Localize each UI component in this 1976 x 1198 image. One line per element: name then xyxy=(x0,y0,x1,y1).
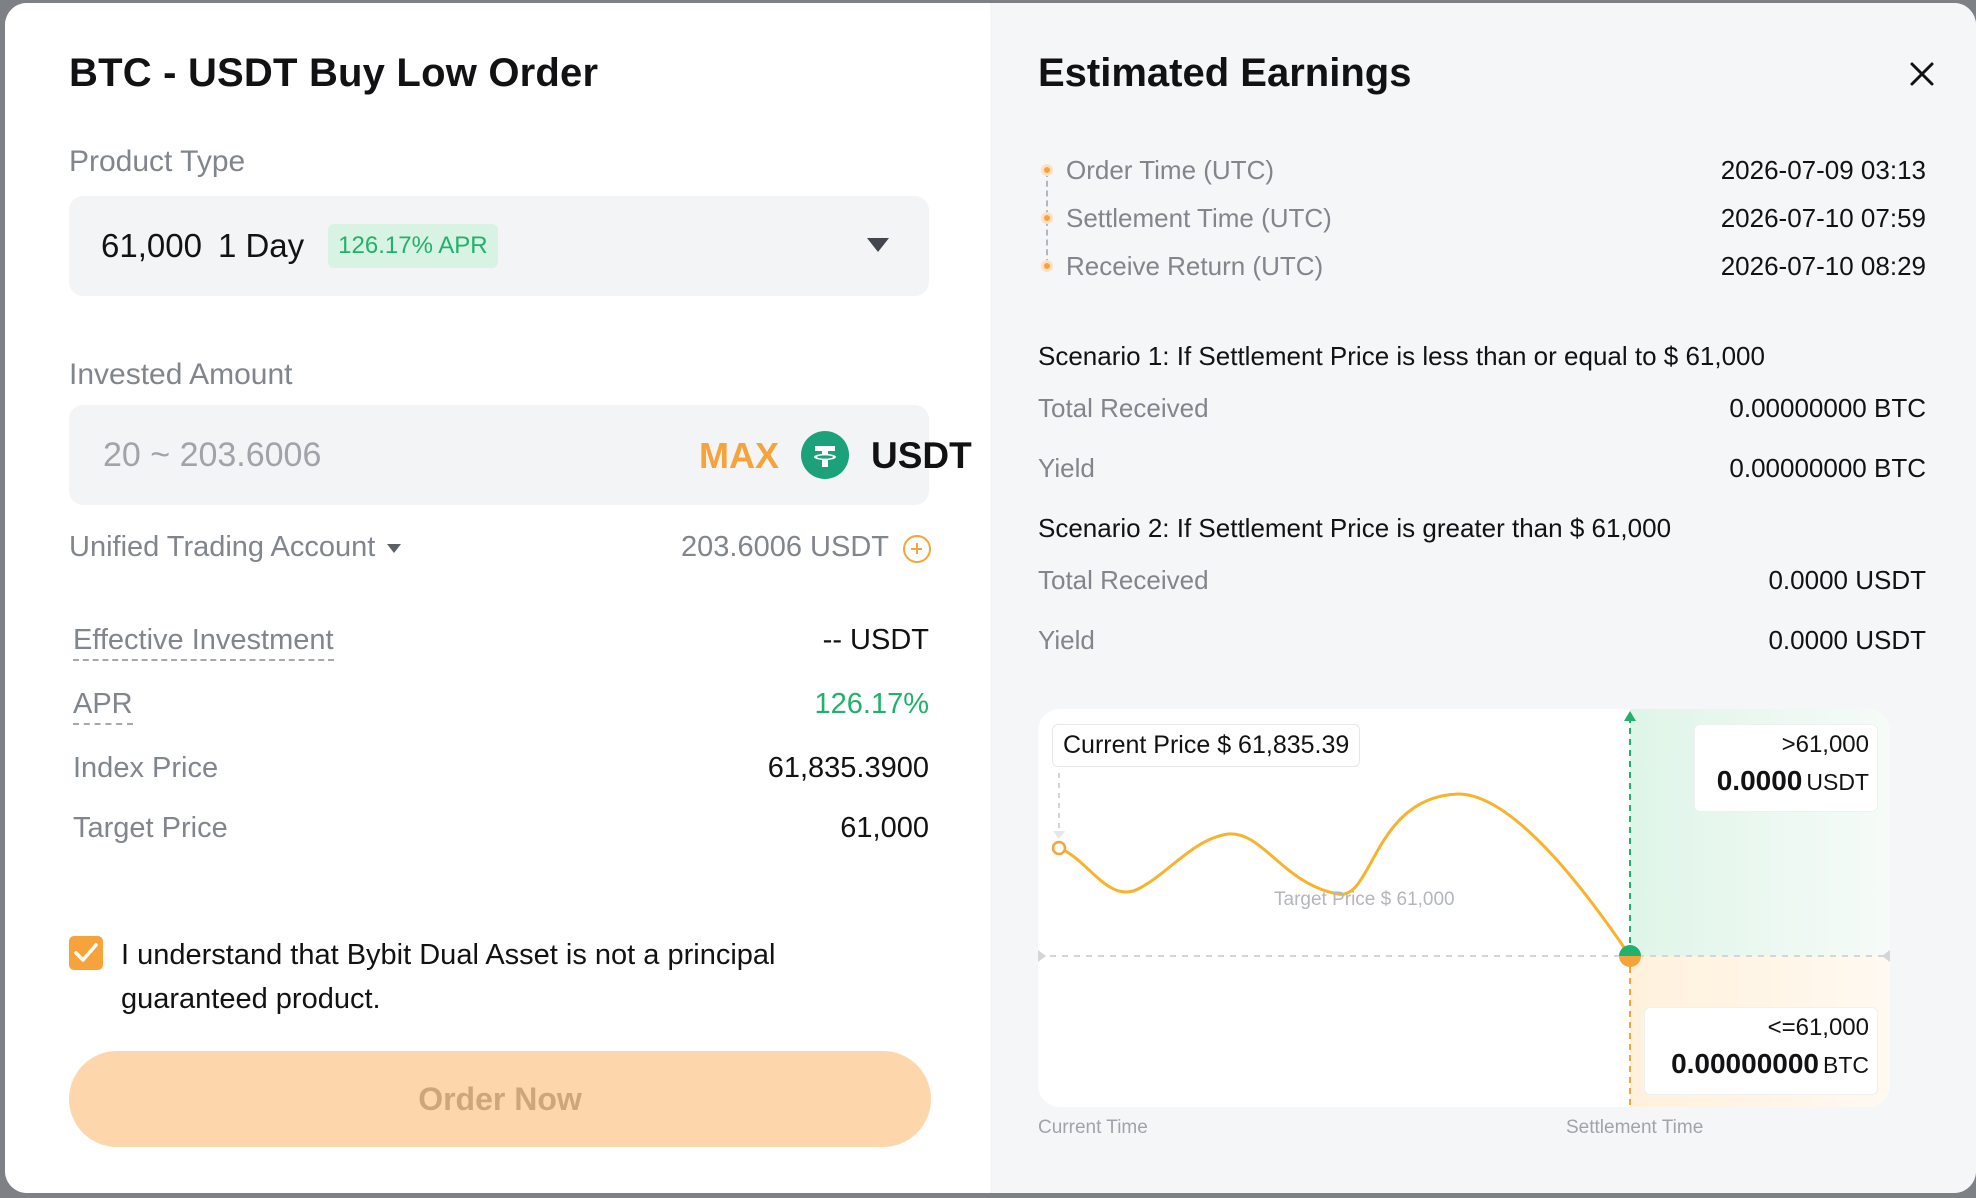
available-balance: 203.6006 USDT xyxy=(681,531,889,563)
usdt-icon xyxy=(801,431,849,479)
account-row: Unified Trading Account 203.6006 USDT xyxy=(69,531,931,571)
apr-value: 126.17% xyxy=(814,688,930,720)
chevron-down-icon xyxy=(867,238,889,252)
product-strike: 61,000 xyxy=(101,227,202,264)
below-target-payout: <=61,000 0.00000000 BTC xyxy=(1644,1007,1878,1095)
target-price-value: 61,000 xyxy=(840,812,929,844)
effective-investment-row: Effective Investment -- USDT xyxy=(73,624,929,664)
effective-investment-label[interactable]: Effective Investment xyxy=(73,624,334,661)
total-received-label: Total Received xyxy=(1038,565,1209,595)
current-price-pointer-arrow xyxy=(1053,831,1065,839)
x-axis-start-label: Current Time xyxy=(1038,1117,1148,1138)
yield-value: 0.00000000 BTC xyxy=(1729,453,1926,483)
yield-value: 0.0000 USDT xyxy=(1768,625,1926,655)
order-time-row: Order Time (UTC) 2026-07-09 03:13 xyxy=(1066,155,1926,189)
scenario-2-title: Scenario 2: If Settlement Price is great… xyxy=(1038,513,1672,543)
earnings-panel: Estimated Earnings Order Time (UTC) 2026… xyxy=(990,3,1976,1193)
total-received-value: 0.0000 USDT xyxy=(1768,565,1926,595)
scenario-1-title: Scenario 1: If Settlement Price is less … xyxy=(1038,341,1765,371)
apr-row: APR 126.17% xyxy=(73,688,929,728)
receive-return-row: Receive Return (UTC) 2026-07-10 08:29 xyxy=(1066,251,1926,285)
price-path xyxy=(1058,792,1632,957)
caret-down-icon xyxy=(387,543,402,553)
receive-return-value: 2026-07-10 08:29 xyxy=(1720,251,1926,281)
index-price-label: Index Price xyxy=(73,752,219,784)
product-duration: 1 Day xyxy=(217,227,305,264)
scenario-2-yield-row: Yield 0.0000 USDT xyxy=(1038,625,1926,659)
close-icon[interactable] xyxy=(1908,60,1936,88)
order-title: BTC - USDT Buy Low Order xyxy=(69,51,599,95)
dual-asset-order-modal: BTC - USDT Buy Low Order Product Type 61… xyxy=(5,3,1976,1193)
scenario-1-total-row: Total Received 0.00000000 BTC xyxy=(1038,393,1926,427)
below-target-amount: 0.00000000 BTC xyxy=(1671,1048,1869,1080)
scenario-1-yield-row: Yield 0.00000000 BTC xyxy=(1038,453,1926,487)
earnings-title: Estimated Earnings xyxy=(1038,51,1412,95)
agreement-text: I understand that Bybit Dual Asset is no… xyxy=(121,939,776,1015)
timeline-dot xyxy=(1041,212,1053,224)
amount-input[interactable] xyxy=(103,433,523,477)
order-now-button[interactable]: Order Now xyxy=(69,1051,931,1147)
total-received-label: Total Received xyxy=(1038,393,1209,423)
current-price-label: Current Price $ 61,835.39 xyxy=(1052,724,1361,767)
settlement-time-value: 2026-07-10 07:59 xyxy=(1720,203,1926,233)
above-target-amount: 0.0000 USDT xyxy=(1717,765,1869,797)
index-price-value: 61,835.3900 xyxy=(767,752,929,784)
checkmark-icon xyxy=(74,943,98,962)
above-target-label: >61,000 xyxy=(1781,731,1869,758)
invested-amount-field: MAX USDT xyxy=(69,405,972,505)
above-target-payout: >61,000 0.0000 USDT xyxy=(1694,724,1878,812)
apr-label[interactable]: APR xyxy=(73,688,133,725)
settlement-time-label: Settlement Time (UTC) xyxy=(1066,203,1332,233)
payoff-chart: Current Price $ 61,835.39 Target Price $… xyxy=(1038,709,1890,1107)
below-target-unit: BTC xyxy=(1823,1052,1869,1078)
current-price-point xyxy=(1051,840,1067,856)
currency-label: USDT xyxy=(871,435,972,476)
apr-badge: 126.17% APR xyxy=(328,224,498,268)
above-target-unit: USDT xyxy=(1806,769,1869,795)
target-line-left-marker xyxy=(1038,950,1046,962)
order-time-label: Order Time (UTC) xyxy=(1066,155,1274,185)
x-axis-end-label: Settlement Time xyxy=(1566,1117,1704,1138)
max-button[interactable]: MAX xyxy=(699,435,779,477)
timeline-dot xyxy=(1041,260,1053,272)
invested-amount-label: Invested Amount xyxy=(69,358,293,391)
index-price-row: Index Price 61,835.3900 xyxy=(73,752,929,792)
agreement-checkbox[interactable] xyxy=(69,936,103,970)
target-price-row: Target Price 61,000 xyxy=(73,812,929,852)
yield-label: Yield xyxy=(1038,625,1095,655)
target-price-chart-label: Target Price $ 61,000 xyxy=(1274,889,1455,910)
add-funds-icon[interactable] xyxy=(903,535,931,563)
target-price-label: Target Price xyxy=(73,812,228,844)
product-type-select[interactable]: 61,000 1 Day 126.17% APR xyxy=(69,196,929,296)
effective-investment-value: -- USDT xyxy=(822,624,929,656)
below-target-value: 0.00000000 xyxy=(1671,1048,1819,1079)
total-received-value: 0.00000000 BTC xyxy=(1729,393,1926,423)
order-panel: BTC - USDT Buy Low Order Product Type 61… xyxy=(5,3,990,1193)
below-target-label: <=61,000 xyxy=(1767,1014,1869,1041)
account-select[interactable]: Unified Trading Account xyxy=(69,531,402,564)
above-target-value: 0.0000 xyxy=(1716,765,1803,796)
product-type-label: Product Type xyxy=(69,145,246,178)
receive-return-label: Receive Return (UTC) xyxy=(1066,251,1324,281)
timeline-dot xyxy=(1041,164,1053,176)
settlement-time-row: Settlement Time (UTC) 2026-07-10 07:59 xyxy=(1066,203,1926,237)
yield-label: Yield xyxy=(1038,453,1095,483)
account-label: Unified Trading Account xyxy=(69,531,376,563)
scenario-2-total-row: Total Received 0.0000 USDT xyxy=(1038,565,1926,599)
order-time-value: 2026-07-09 03:13 xyxy=(1720,155,1926,185)
